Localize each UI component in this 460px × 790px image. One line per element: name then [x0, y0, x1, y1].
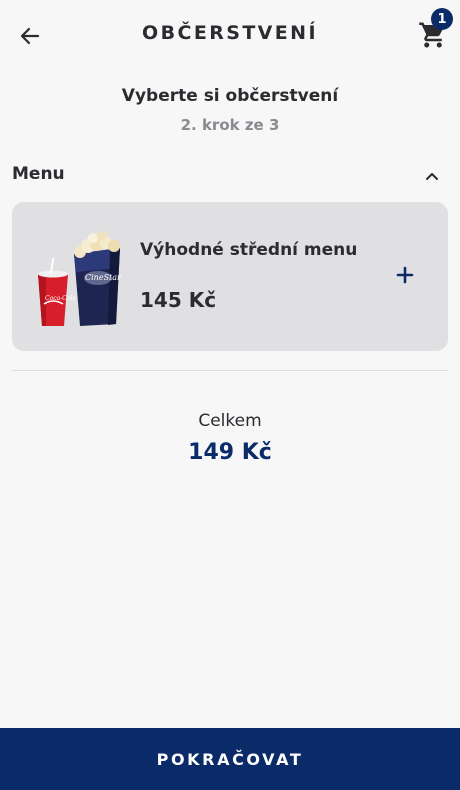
- app-header: OBČERSTVENÍ 1: [0, 0, 460, 70]
- step-title: Vyberte si občerstvení: [121, 86, 339, 106]
- popcorn-and-drink-image: CineStar Coca-Cola: [38, 231, 122, 326]
- product-card[interactable]: CineStar Coca-Cola Výhodné střední menu …: [12, 202, 448, 351]
- product-price: 145 Kč: [140, 288, 217, 312]
- cart-count-badge: 1: [431, 8, 453, 30]
- total-label: Celkem: [198, 411, 262, 431]
- svg-text:CineStar: CineStar: [85, 273, 122, 282]
- plus-icon: [396, 266, 414, 284]
- menu-section-header[interactable]: Menu: [12, 162, 448, 190]
- continue-button[interactable]: POKRAČOVAT: [0, 728, 460, 790]
- svg-text:Coca-Cola: Coca-Cola: [45, 295, 76, 302]
- product-name: Výhodné střední menu: [140, 240, 358, 260]
- total-price: 149 Kč: [188, 440, 272, 465]
- step-indicator: 2. krok ze 3: [180, 116, 280, 134]
- divider: [12, 370, 448, 371]
- chevron-up-icon[interactable]: [422, 166, 442, 186]
- page-title: OBČERSTVENÍ: [142, 22, 318, 44]
- section-title: Menu: [12, 164, 65, 184]
- add-to-cart-button[interactable]: [390, 260, 420, 290]
